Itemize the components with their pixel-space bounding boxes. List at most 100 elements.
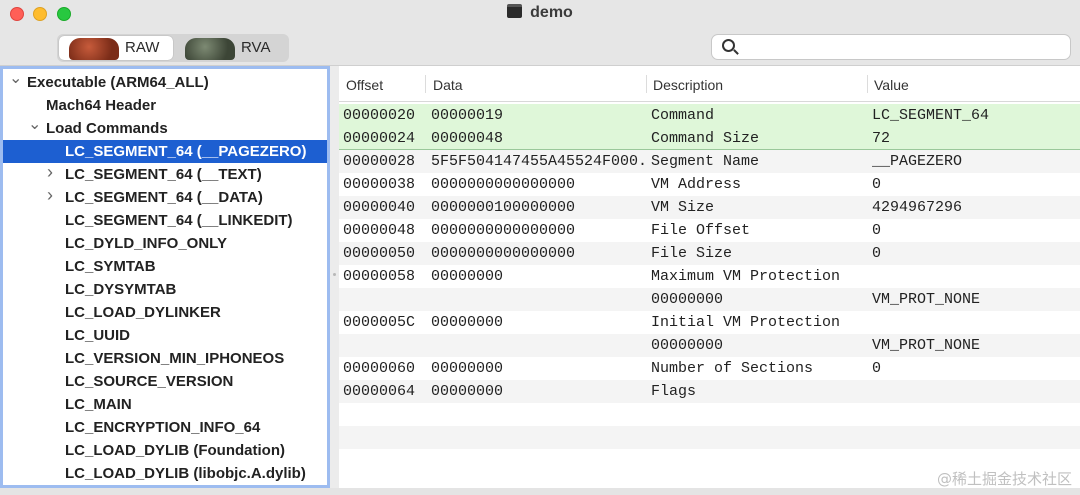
cell-value: 4294967296 [872,199,963,216]
cell-description: Flags [651,383,697,400]
cell-data: 00000000 [431,383,504,400]
table-row[interactable] [339,426,1080,449]
cell-description: Maximum VM Protection [651,268,841,285]
cell-data: 0000000000000000 [431,222,576,239]
tree-item-label: LC_UUID [65,327,131,344]
tree-item-label: LC_VERSION_MIN_IPHONEOS [65,350,285,367]
cell-description: Initial VM Protection [651,314,841,331]
tree-item[interactable]: LC_SEGMENT_64 (__PAGEZERO) [3,140,327,163]
table-row[interactable]: 00000028 5F5F504147455A45524F000... Segmen… [339,150,1080,173]
cell-value: LC_SEGMENT_64 [872,107,990,124]
raw-mode-label: RAW [125,39,160,56]
column-header-description[interactable]: Description [653,77,723,93]
cell-description: 00000000 [651,337,724,354]
bottom-bar [0,488,1080,495]
cell-offset: 00000040 [343,199,416,216]
table-row[interactable]: 00000020 00000019 Command LC_SEGMENT_64 [339,104,1080,127]
search-icon [722,39,735,52]
tree-item[interactable]: LC_UUID [3,324,327,347]
tree-item[interactable]: LC_ENCRYPTION_INFO_64 [3,416,327,439]
table-row[interactable]: 00000058 00000000 Maximum VM Protection [339,265,1080,288]
cell-data: 00000048 [431,130,504,147]
cell-data: 00000000 [431,314,504,331]
tree-item[interactable]: LC_SOURCE_VERSION [3,370,327,393]
cell-description: Segment Name [651,153,760,170]
details-table: Offset Data Description Value 00000020 00… [339,66,1080,488]
rva-mode-icon [185,38,235,60]
cell-data: 00000000 [431,360,504,377]
disclosure-closed-icon[interactable]: › [47,162,53,183]
tree-item[interactable]: › LC_SEGMENT_64 (__TEXT) [3,162,327,186]
cell-offset: 00000020 [343,107,416,124]
tree-item[interactable]: ⌄ Executable (ARM64_ALL) [3,69,327,94]
cell-value: 0 [872,245,882,262]
column-header-value[interactable]: Value [874,77,909,93]
cell-offset: 00000064 [343,383,416,400]
search-field[interactable] [711,34,1071,60]
column-header-data[interactable]: Data [433,77,463,93]
tree-item[interactable]: LC_SYMTAB [3,255,327,278]
column-divider[interactable] [867,75,868,93]
tree-item-label: LC_SEGMENT_64 (__DATA) [65,189,263,206]
column-divider[interactable] [646,75,647,93]
search-input[interactable] [744,37,1064,57]
table-row[interactable]: 00000040 0000000100000000 VM Size 429496729… [339,196,1080,219]
table-row[interactable]: 00000050 0000000000000000 File Size 0 [339,242,1080,265]
splitter-grip [333,273,336,276]
tree-item[interactable]: LC_LOAD_DYLIB (libobjc.A.dylib) [3,462,327,485]
cell-description: 00000000 [651,291,724,308]
table-row[interactable]: 00000000 VM_PROT_NONE [339,334,1080,357]
cell-description: Command [651,107,715,124]
tree-item[interactable]: LC_DYLD_INFO_ONLY [3,232,327,255]
cell-value: 0 [872,360,882,377]
tree-item[interactable]: LC_DYSYMTAB [3,278,327,301]
cell-offset: 00000048 [343,222,416,239]
cell-value: 0 [872,222,882,239]
tree-item-label: LC_SEGMENT_64 (__LINKEDIT) [65,212,293,229]
tree-item[interactable]: LC_LOAD_DYLINKER [3,301,327,324]
window-title: demo [530,4,573,21]
table-row[interactable]: 00000000 VM_PROT_NONE [339,288,1080,311]
raw-mode-button[interactable]: RAW [59,36,173,60]
cell-description: VM Size [651,199,715,216]
tree-item[interactable]: LC_MAIN [3,393,327,416]
column-header-offset[interactable]: Offset [346,77,383,93]
pane-splitter[interactable] [330,66,339,488]
table-row[interactable]: 0000005C 00000000 Initial VM Protection [339,311,1080,334]
cell-value: 72 [872,130,891,147]
load-commands-outline[interactable]: ⌄ Executable (ARM64_ALL) Mach64 Header ⌄ Loa… [0,66,330,488]
tree-item-label: Mach64 Header [46,97,157,114]
watermark: @稀土掘金技术社区 [936,470,1072,488]
cell-data: 0000000100000000 [431,199,576,216]
disclosure-closed-icon[interactable]: › [47,185,53,206]
rva-mode-button[interactable]: RVA [175,36,287,60]
tree-item-label: LC_LOAD_DYLIB (Foundation) [65,442,285,459]
table-row[interactable]: 00000048 0000000000000000 File Offset 0 [339,219,1080,242]
cell-value: VM_PROT_NONE [872,337,981,354]
title-bar: demo [0,0,1080,30]
table-row[interactable]: 00000038 0000000000000000 VM Address 0 [339,173,1080,196]
cell-offset: 00000028 [343,153,416,170]
cell-description: File Offset [651,222,751,239]
tree-item[interactable]: › LC_SEGMENT_64 (__DATA) [3,185,327,209]
table-row[interactable]: 00000024 00000048 Command Size 72 [339,127,1080,150]
disclosure-open-icon[interactable]: ⌄ [28,114,41,134]
table-row[interactable] [339,403,1080,426]
tree-item[interactable]: ⌄ Load Commands [3,114,327,140]
cell-data: 0000000000000000 [431,176,576,193]
cell-offset: 00000024 [343,130,416,147]
table-row[interactable]: 00000064 00000000 Flags [339,380,1080,403]
tree-item-label: LC_SEGMENT_64 (__TEXT) [65,166,262,183]
cell-value: 0 [872,176,882,193]
tree-item[interactable]: LC_LOAD_DYLIB (Foundation) [3,439,327,462]
tree-item[interactable]: LC_SEGMENT_64 (__LINKEDIT) [3,209,327,232]
disclosure-open-icon[interactable]: ⌄ [9,69,22,88]
cell-offset: 00000038 [343,176,416,193]
column-divider[interactable] [425,75,426,93]
tree-item[interactable]: LC_VERSION_MIN_IPHONEOS [3,347,327,370]
cell-value: VM_PROT_NONE [872,291,981,308]
tree-item[interactable]: Mach64 Header [3,94,327,117]
toolbar: RAW RVA [0,30,1080,66]
table-row[interactable]: 00000060 00000000 Number of Sections 0 [339,357,1080,380]
tree-item-label: LC_LOAD_DYLINKER [65,304,221,321]
